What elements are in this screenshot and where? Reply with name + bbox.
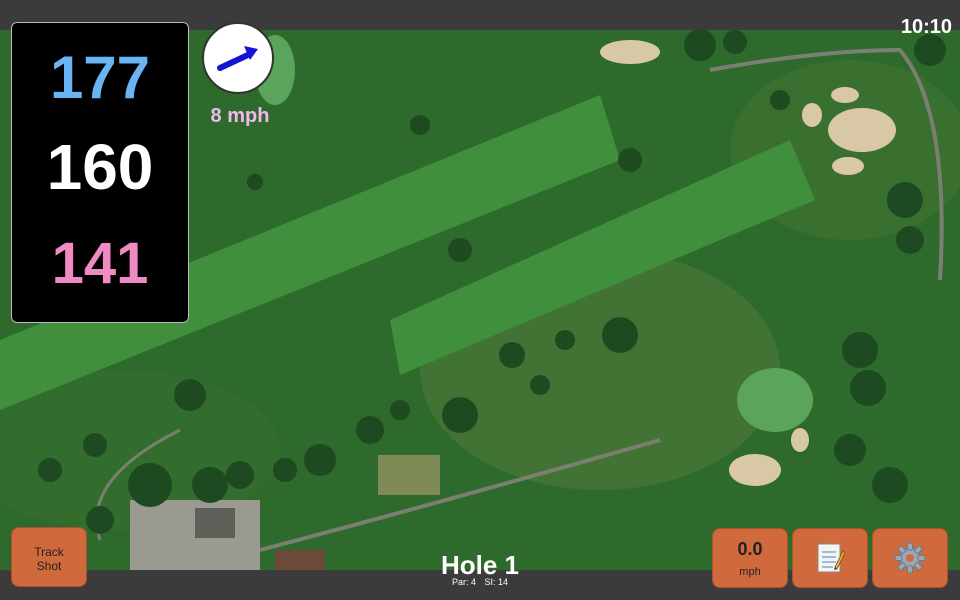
track-shot-label-line1: Track <box>34 545 64 559</box>
wind-direction-indicator <box>202 22 274 94</box>
wind-arrow-icon <box>217 46 258 71</box>
distance-front: 141 <box>51 231 149 296</box>
wind-speed: 8 mph <box>210 105 270 127</box>
notes-button[interactable] <box>792 528 868 588</box>
hole-par: Par: 4 <box>451 577 476 587</box>
speed-button[interactable]: 0.0 mph <box>712 528 788 588</box>
distance-back: 177 <box>49 44 151 111</box>
status-clock: 10:10 <box>900 16 952 38</box>
hole-stroke-index: SI: 14 <box>484 577 509 587</box>
hole-meta: Par: 4 SI: 14 <box>380 577 580 587</box>
hole-title: Hole 1 <box>440 550 520 580</box>
distance-middle: 160 <box>46 131 154 203</box>
settings-button[interactable] <box>872 528 948 588</box>
notepad-icon <box>793 529 867 587</box>
speed-unit: mph <box>739 566 761 578</box>
track-shot-button[interactable]: Track Shot <box>11 527 87 587</box>
distance-panel: 177 160 141 <box>11 22 189 323</box>
gear-icon <box>873 529 947 587</box>
speed-value: 0.0 <box>737 539 763 559</box>
track-shot-label-line2: Shot <box>36 559 62 573</box>
